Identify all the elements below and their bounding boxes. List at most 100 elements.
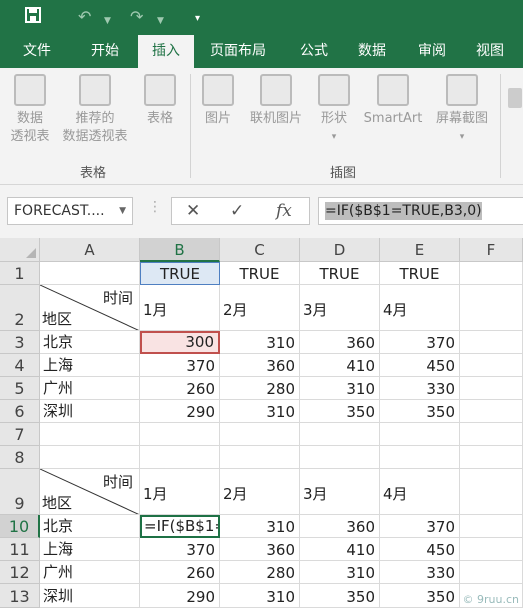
grid-cell[interactable]: 北京 bbox=[40, 331, 140, 354]
grid-cell[interactable] bbox=[460, 538, 523, 561]
grid-cell[interactable]: 360 bbox=[220, 354, 300, 377]
column-header-b[interactable]: B bbox=[140, 238, 220, 262]
active-cell[interactable]: =IF($B$1= bbox=[140, 515, 220, 538]
grid-cell[interactable] bbox=[460, 561, 523, 584]
grid-cell[interactable]: 280 bbox=[220, 561, 300, 584]
grid-cell[interactable]: 4月 bbox=[380, 285, 460, 331]
recommended-pivot-button[interactable]: 推荐的 数据透视表 bbox=[56, 74, 134, 146]
tab-insert[interactable]: 插入 bbox=[138, 35, 194, 68]
grid-cell[interactable] bbox=[380, 423, 460, 446]
tab-review[interactable]: 审阅 bbox=[404, 35, 460, 68]
table-button[interactable]: 表格 bbox=[136, 74, 184, 128]
grid-cell[interactable]: 330 bbox=[380, 377, 460, 400]
grid-cell[interactable]: 2月 bbox=[220, 285, 300, 331]
grid-cell[interactable]: 450 bbox=[380, 354, 460, 377]
grid-cell[interactable] bbox=[40, 423, 140, 446]
grid-cell[interactable]: TRUE bbox=[300, 262, 380, 285]
grid-cell[interactable] bbox=[460, 354, 523, 377]
row-header[interactable]: 3 bbox=[0, 331, 40, 354]
grid-cell[interactable]: 2月 bbox=[220, 469, 300, 515]
grid-cell[interactable]: 310 bbox=[300, 377, 380, 400]
grid-cell[interactable]: 330 bbox=[380, 561, 460, 584]
smartart-button[interactable]: SmartArt bbox=[358, 74, 428, 128]
tab-view[interactable]: 视图 bbox=[464, 35, 516, 68]
undo-dropdown-icon[interactable]: ▼ bbox=[104, 11, 111, 31]
column-header-c[interactable]: C bbox=[220, 238, 300, 262]
tab-page-layout[interactable]: 页面布局 bbox=[198, 35, 278, 68]
row-header[interactable]: 11 bbox=[0, 538, 40, 561]
select-all-button[interactable] bbox=[0, 238, 40, 262]
grid-cell[interactable]: 上海 bbox=[40, 354, 140, 377]
grid-cell[interactable]: 深圳 bbox=[40, 400, 140, 423]
row-header[interactable]: 6 bbox=[0, 400, 40, 423]
grid-cell[interactable]: 3月 bbox=[300, 469, 380, 515]
grid-cell[interactable]: 4月 bbox=[380, 469, 460, 515]
grid-cell[interactable]: 310 bbox=[220, 400, 300, 423]
addins-icon[interactable] bbox=[508, 88, 522, 108]
name-box-dropdown-icon[interactable]: ▼ bbox=[119, 198, 126, 224]
grid-cell[interactable] bbox=[460, 446, 523, 469]
grid-cell[interactable]: 310 bbox=[300, 561, 380, 584]
grid-cell[interactable]: TRUE bbox=[220, 262, 300, 285]
grid-cell[interactable]: 410 bbox=[300, 538, 380, 561]
grid-cell[interactable] bbox=[40, 446, 140, 469]
grid-cell[interactable] bbox=[460, 400, 523, 423]
grid-cell[interactable]: 310 bbox=[220, 515, 300, 538]
name-box[interactable]: FORECAST.... ▼ bbox=[7, 197, 133, 225]
grid-cell[interactable] bbox=[140, 423, 220, 446]
insert-function-icon[interactable]: fx bbox=[276, 201, 292, 221]
grid-cell[interactable]: 370 bbox=[380, 515, 460, 538]
grid-cell[interactable] bbox=[300, 446, 380, 469]
grid-cell[interactable]: 1月 bbox=[140, 469, 220, 515]
row-header[interactable]: 12 bbox=[0, 561, 40, 584]
column-header-a[interactable]: A bbox=[40, 238, 140, 262]
undo-icon[interactable]: ↶ bbox=[78, 7, 91, 27]
cancel-icon[interactable]: ✕ bbox=[186, 201, 200, 221]
redo-dropdown-icon[interactable]: ▼ bbox=[157, 11, 164, 31]
redo-icon[interactable]: ↷ bbox=[130, 7, 143, 27]
customize-icon[interactable]: ▾ bbox=[195, 9, 200, 29]
column-header-f[interactable]: F bbox=[460, 238, 523, 262]
grid-cell[interactable] bbox=[300, 423, 380, 446]
diagonal-header-cell[interactable]: 时间 地区 bbox=[40, 469, 140, 515]
grid-cell[interactable] bbox=[460, 285, 523, 331]
grid-cell[interactable] bbox=[460, 331, 523, 354]
pivot-table-button[interactable]: 数据 透视表 bbox=[4, 74, 56, 146]
tab-home[interactable]: 开始 bbox=[76, 35, 134, 68]
grid-cell[interactable] bbox=[380, 446, 460, 469]
grid-cell[interactable]: 260 bbox=[140, 377, 220, 400]
grid-cell[interactable]: 3月 bbox=[300, 285, 380, 331]
grid-cell[interactable] bbox=[460, 262, 523, 285]
formula-input[interactable]: =IF($B$1=TRUE,B3,0) bbox=[318, 197, 523, 225]
row-header[interactable]: 4 bbox=[0, 354, 40, 377]
spreadsheet-grid[interactable]: A B C D E F 1 2 3 4 5 6 7 8 9 10 11 12 1… bbox=[0, 238, 523, 608]
grid-cell[interactable]: 360 bbox=[220, 538, 300, 561]
tab-formulas[interactable]: 公式 bbox=[286, 35, 342, 68]
save-icon[interactable] bbox=[25, 7, 41, 28]
pictures-button[interactable]: 图片 bbox=[196, 74, 240, 128]
grid-cell[interactable]: 深圳 bbox=[40, 584, 140, 608]
enter-icon[interactable]: ✓ bbox=[230, 201, 244, 221]
grid-cell[interactable]: TRUE bbox=[380, 262, 460, 285]
grid-cell[interactable]: TRUE bbox=[140, 262, 220, 285]
grid-cell[interactable]: 310 bbox=[220, 584, 300, 608]
grid-cell[interactable] bbox=[460, 423, 523, 446]
grid-cell[interactable]: 350 bbox=[380, 584, 460, 608]
grid-cell[interactable]: 370 bbox=[140, 354, 220, 377]
grid-cell[interactable]: 450 bbox=[380, 538, 460, 561]
grid-cell[interactable]: 350 bbox=[380, 400, 460, 423]
grid-cell[interactable] bbox=[460, 377, 523, 400]
grid-cell[interactable]: 370 bbox=[380, 331, 460, 354]
grid-cell[interactable]: 350 bbox=[300, 584, 380, 608]
row-header[interactable]: 5 bbox=[0, 377, 40, 400]
diagonal-header-cell[interactable]: 时间 地区 bbox=[40, 285, 140, 331]
row-header[interactable]: 2 bbox=[0, 285, 40, 331]
row-header[interactable]: 9 bbox=[0, 469, 40, 515]
grid-cell[interactable]: 290 bbox=[140, 584, 220, 608]
grid-cell[interactable] bbox=[220, 423, 300, 446]
grid-cell[interactable] bbox=[220, 446, 300, 469]
grid-cell[interactable]: 290 bbox=[140, 400, 220, 423]
tab-data[interactable]: 数据 bbox=[344, 35, 400, 68]
grid-cell[interactable]: 1月 bbox=[140, 285, 220, 331]
grid-cell[interactable]: 北京 bbox=[40, 515, 140, 538]
